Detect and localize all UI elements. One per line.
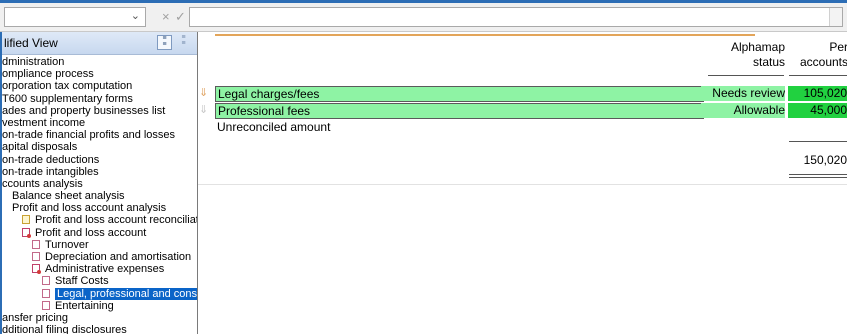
tree-item[interactable]: ompliance process (2, 68, 197, 80)
formula-expand-button[interactable] (829, 8, 842, 26)
row-label[interactable]: Legal charges/fees (215, 86, 704, 102)
document-icon (32, 264, 41, 275)
tree-item[interactable]: Profit and loss account reconciliation (2, 214, 197, 226)
tree-item-label: Profit and loss account analysis (12, 202, 167, 215)
check-icon[interactable]: ✓ (175, 9, 186, 25)
tree-item[interactable]: Entertaining (2, 300, 197, 312)
total-double-rule (789, 174, 847, 175)
column-header-per-line2: accounts (799, 55, 847, 69)
total-rule (789, 141, 847, 142)
tree-item[interactable]: Legal, professional and consulta (2, 287, 197, 300)
tree-item-label: Turnover (45, 238, 89, 251)
tree-item-label: Legal, professional and consulta (55, 287, 197, 300)
table-row[interactable]: Unreconciled amount (198, 120, 847, 135)
chevron-down-icon[interactable]: ⌄ (131, 9, 140, 22)
tree-item[interactable]: dministration (2, 56, 197, 68)
tree-item[interactable]: ades and property businesses list (2, 105, 197, 117)
row-status[interactable]: Allowable (701, 103, 785, 118)
tree-item-label: ccounts analysis (2, 177, 83, 190)
cancel-icon[interactable]: × (162, 9, 170, 24)
document-icon (42, 276, 50, 286)
table-row[interactable]: ⇓ Professional fees Allowable 45,000 (198, 103, 847, 119)
tree-item[interactable]: Balance sheet analysis (2, 190, 197, 202)
row-arrow-icon[interactable]: ⇓ (199, 103, 208, 116)
tree-item[interactable]: Administrative expenses (2, 263, 197, 275)
tree-item[interactable]: orporation tax computation (2, 80, 197, 92)
document-icon (22, 227, 31, 238)
tree-item-label: dministration (2, 56, 65, 68)
tree-item[interactable]: ansfer pricing (2, 312, 197, 324)
tree-item-label: dditional filing disclosures (2, 324, 127, 334)
row-label: Unreconciled amount (217, 120, 331, 134)
document-icon (22, 215, 30, 225)
row-amount[interactable]: 45,000 (788, 103, 847, 118)
tree-item[interactable]: Staff Costs (2, 275, 197, 287)
tree-item[interactable]: on-trade deductions (2, 154, 197, 166)
document-icon (42, 300, 50, 310)
tree-item-label: vestment income (2, 116, 86, 129)
tree-title: lified View (4, 36, 58, 50)
tree-panel: lified View ≡ ≡ ≡ ≡ dministration ompliance… (2, 32, 198, 334)
tree-item[interactable]: on-trade financial profits and losses (2, 129, 197, 141)
name-box[interactable]: ⌄ (4, 7, 146, 27)
tree-item[interactable]: Depreciation and amortisation (2, 251, 197, 263)
tree-item[interactable]: T600 supplementary forms (2, 93, 197, 105)
total-double-rule (789, 177, 847, 178)
tree-item[interactable]: Profit and loss account (2, 227, 197, 239)
row-status (701, 120, 785, 135)
row-status[interactable]: Needs review (701, 86, 785, 101)
column-header-per-line1: Per (829, 40, 847, 54)
tree-list: dministration ompliance process orporation… (2, 56, 197, 334)
section-divider (215, 34, 755, 36)
row-label[interactable]: Professional fees (215, 103, 704, 119)
row-arrow-icon[interactable]: ⇓ (199, 86, 208, 99)
tree-item[interactable]: Turnover (2, 239, 197, 251)
tree-item-label: orporation tax computation (2, 80, 133, 93)
row-amount (788, 120, 847, 135)
tree-item-label: apital disposals (2, 141, 78, 154)
document-icon (42, 288, 50, 298)
column-header-per-accounts: Per accounts (788, 40, 847, 70)
main-content: Alphamap status Per accounts ⇓ Legal cha… (198, 32, 847, 334)
table-row[interactable]: ⇓ Legal charges/fees Needs review 105,02… (198, 86, 847, 102)
tree-item-label: ansfer pricing (2, 311, 69, 324)
tree-item[interactable]: Profit and loss account analysis (2, 202, 197, 214)
tree-item[interactable]: dditional filing disclosures (2, 324, 197, 334)
content-bottom-line (198, 184, 847, 185)
document-icon (32, 252, 40, 261)
tree-item-label: Balance sheet analysis (12, 190, 125, 203)
collapse-all-icon[interactable]: ≡ ≡ (177, 34, 190, 48)
tree-item-label: ades and property businesses list (2, 104, 166, 117)
total-amount: 150,020 (803, 153, 847, 167)
row-amount[interactable]: 105,020 (788, 86, 847, 101)
header-underline (789, 75, 847, 76)
tree-item[interactable]: apital disposals (2, 141, 197, 153)
header-underline (708, 75, 784, 76)
formula-input[interactable] (189, 7, 843, 27)
tree-item-label: Entertaining (55, 299, 114, 312)
tree-item[interactable]: ccounts analysis (2, 178, 197, 190)
column-header-status: Alphamap status (701, 40, 785, 70)
expand-all-icon[interactable]: ≡ ≡ (157, 35, 172, 50)
formula-bar: ⌄ × ✓ (0, 3, 847, 32)
tree-item-label: on-trade deductions (2, 153, 100, 166)
tree-item[interactable]: on-trade intangibles (2, 166, 197, 178)
tree-item-label: Profit and loss account (35, 226, 147, 239)
column-header-status-line2: status (752, 55, 785, 69)
tree-item-label: ompliance process (2, 68, 94, 81)
tree-item-label: on-trade intangibles (2, 165, 99, 178)
tree-item-label: T600 supplementary forms (2, 92, 133, 105)
tree-item-label: Administrative expenses (45, 263, 165, 276)
tree-item-label: Staff Costs (55, 275, 109, 288)
tree-item[interactable]: vestment income (2, 117, 197, 129)
tree-item-label: Profit and loss account reconciliation (35, 214, 197, 227)
document-icon (32, 239, 40, 249)
tree-item-label: on-trade financial profits and losses (2, 129, 176, 142)
tree-header: lified View ≡ ≡ ≡ ≡ (2, 32, 197, 55)
tree-item-label: Depreciation and amortisation (45, 251, 192, 263)
column-header-status-line1: Alphamap (730, 40, 785, 54)
